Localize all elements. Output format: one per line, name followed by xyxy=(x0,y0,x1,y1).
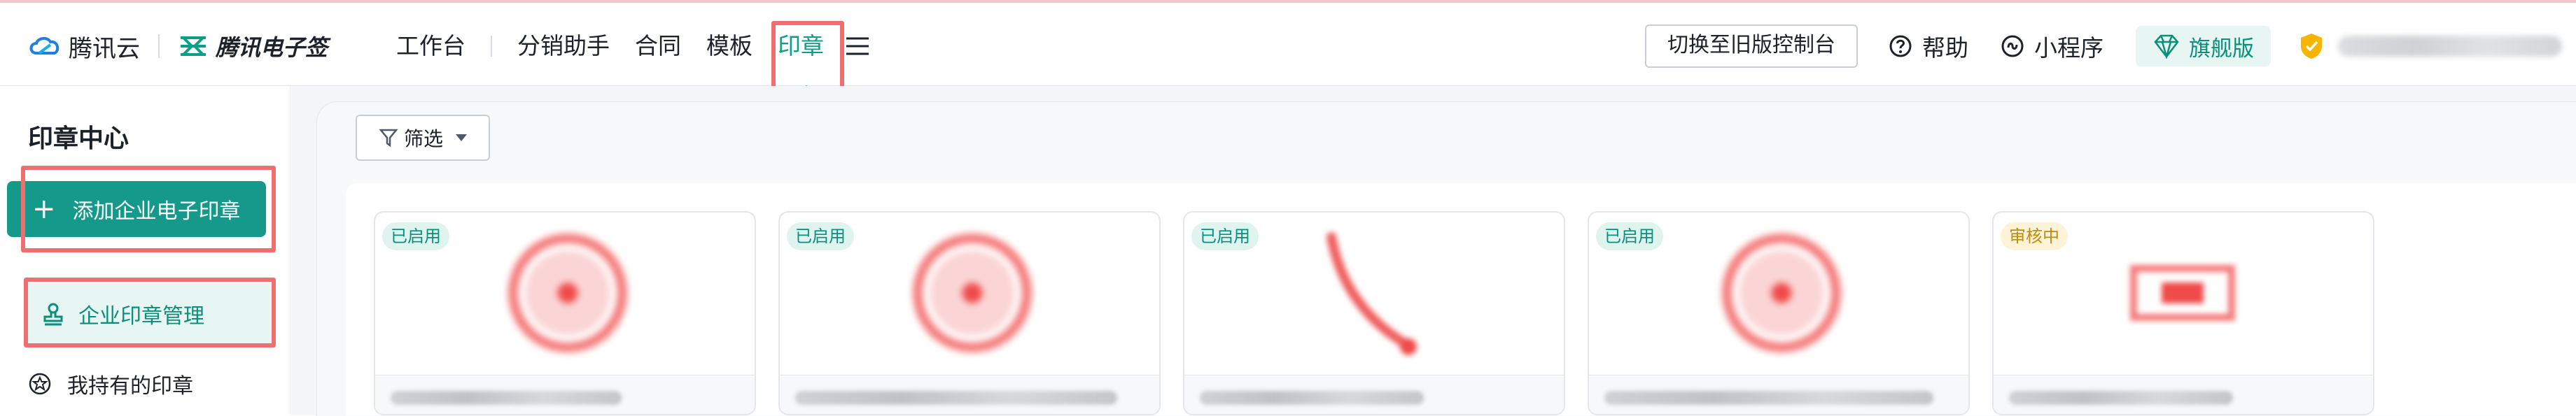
seal-card[interactable]: 已启用 xyxy=(778,211,1161,415)
mini-program-label: 小程序 xyxy=(2034,34,2104,62)
sidebar-title: 印章中心 xyxy=(28,124,130,153)
nav-divider xyxy=(491,36,492,57)
ess-logo-icon xyxy=(181,36,206,56)
help-label: 帮助 xyxy=(1922,34,1968,62)
filter-button[interactable]: 筛选 xyxy=(356,115,490,161)
seal-card-footer xyxy=(780,375,1159,414)
nav-item-contract[interactable]: 合同 xyxy=(622,24,694,69)
filter-funnel-icon xyxy=(379,129,398,148)
caret-down-icon xyxy=(456,134,467,141)
help-circle-icon xyxy=(1889,35,1912,57)
status-badge: 已启用 xyxy=(1191,222,1259,250)
seal-card[interactable]: 已启用 xyxy=(374,211,756,415)
edition-badge[interactable]: 旗舰版 xyxy=(2136,26,2271,66)
status-badge: 审核中 xyxy=(2001,222,2068,250)
nav-item-workbench[interactable]: 工作台 xyxy=(384,24,491,69)
sidebar-item-my-seals[interactable]: 我持有的印章 xyxy=(28,363,193,405)
seal-card[interactable]: 已启用 xyxy=(1588,211,1970,415)
filter-label: 筛选 xyxy=(403,127,443,150)
brand-primary: 腾讯云 xyxy=(69,34,140,63)
seal-card-footer xyxy=(1589,375,1968,414)
header-right-actions: 切换至旧版控制台 帮助 小程序 旗舰版 xyxy=(1645,24,2576,69)
verified-shield-icon xyxy=(2301,34,2322,59)
sidebar: 印章中心 + 添加企业电子印章 企业印章管理 我持有的印章 xyxy=(0,86,290,415)
seal-circle-icon xyxy=(29,373,51,395)
mini-program-link[interactable]: 小程序 xyxy=(2001,29,2104,63)
seal-card-footer xyxy=(1184,375,1564,414)
seal-name-blurred xyxy=(391,391,622,405)
sidebar-item-highlight-box xyxy=(24,278,276,347)
logo-group[interactable]: 腾讯云 腾讯电子签 xyxy=(27,24,328,69)
add-button-highlight-box xyxy=(21,166,276,252)
seal-card-footer xyxy=(375,375,755,414)
help-link[interactable]: 帮助 xyxy=(1889,29,1968,63)
mini-program-icon xyxy=(2001,35,2024,57)
status-badge: 已启用 xyxy=(382,222,449,250)
logo-divider xyxy=(158,34,160,58)
top-header: 腾讯云 腾讯电子签 工作台 分销助手 合同 模板 印章 切换至旧版控制台 帮助 xyxy=(0,3,2576,116)
more-menu-icon[interactable] xyxy=(845,36,870,57)
edition-badge-label: 旗舰版 xyxy=(2189,36,2254,62)
account-name-blurred[interactable] xyxy=(2338,36,2562,57)
seal-name-blurred xyxy=(2009,391,2233,405)
status-badge: 已启用 xyxy=(787,222,854,250)
diamond-icon xyxy=(2154,34,2179,59)
tencent-cloud-logo-icon xyxy=(29,37,59,55)
nav-item-template[interactable]: 模板 xyxy=(694,24,765,69)
sidebar-item-label: 我持有的印章 xyxy=(67,374,193,399)
seal-name-blurred xyxy=(1200,391,1424,405)
seal-card-footer xyxy=(1994,375,2373,414)
status-badge: 已启用 xyxy=(1596,222,1663,250)
seal-card[interactable]: 审核中 xyxy=(1992,211,2374,415)
brand-secondary: 腾讯电子签 xyxy=(216,34,328,61)
seal-name-blurred xyxy=(1604,391,1933,405)
nav-item-distribution[interactable]: 分销助手 xyxy=(505,24,622,69)
seal-card[interactable]: 已启用 xyxy=(1183,211,1565,415)
seal-name-blurred xyxy=(795,391,1117,405)
switch-old-console-button[interactable]: 切换至旧版控制台 xyxy=(1645,24,1858,68)
